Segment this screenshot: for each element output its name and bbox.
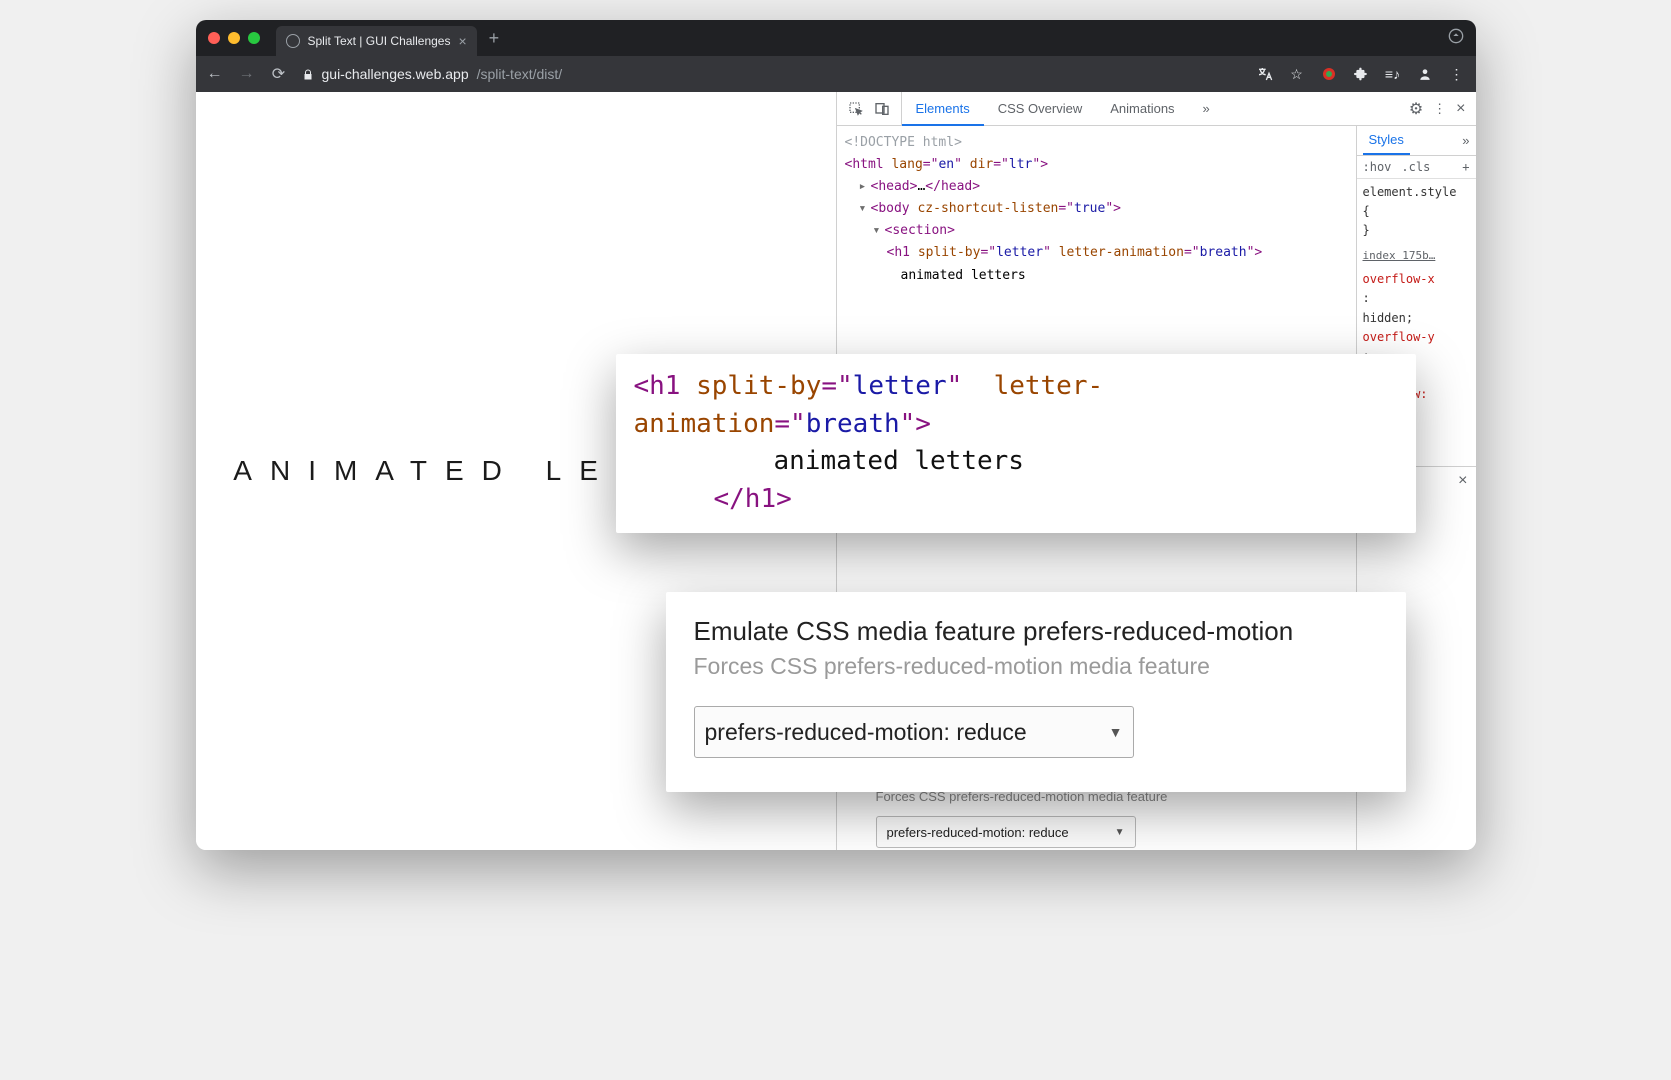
extensions-icon[interactable] bbox=[1352, 65, 1370, 83]
tab-animations[interactable]: Animations bbox=[1096, 92, 1188, 125]
close-devtools-button[interactable]: × bbox=[1456, 100, 1465, 118]
code-popup-text: animated letters bbox=[774, 446, 1024, 476]
chevron-down-icon: ▼ bbox=[1115, 827, 1125, 838]
minimize-window-button[interactable] bbox=[228, 32, 240, 44]
titlebar: Split Text | GUI Challenges × + bbox=[196, 20, 1476, 56]
close-tab-button[interactable]: × bbox=[458, 34, 466, 48]
new-tab-button[interactable]: + bbox=[489, 28, 500, 49]
rendering-panel-popup: Emulate CSS media feature prefers-reduce… bbox=[666, 592, 1406, 792]
add-class-button[interactable]: + bbox=[1462, 160, 1469, 174]
styles-tab[interactable]: Styles bbox=[1363, 126, 1410, 155]
devtools-tab-bar: Elements CSS Overview Animations » ⚙ ⋮ × bbox=[837, 92, 1476, 126]
globe-icon bbox=[286, 34, 300, 48]
chevron-down-icon: ▼ bbox=[1109, 724, 1123, 740]
back-button[interactable]: ← bbox=[206, 65, 224, 83]
rendering-title: Emulate CSS media feature prefers-reduce… bbox=[694, 616, 1378, 647]
tab-elements[interactable]: Elements bbox=[902, 93, 984, 126]
menu-button[interactable]: ⋮ bbox=[1448, 65, 1466, 83]
profile-icon[interactable] bbox=[1416, 65, 1434, 83]
styles-more[interactable]: » bbox=[1462, 133, 1469, 148]
address-bar: ← → ⟳ gui-challenges.web.app/split-text/… bbox=[196, 56, 1476, 92]
url-field[interactable]: gui-challenges.web.app/split-text/dist/ bbox=[302, 66, 1242, 82]
prefers-reduced-motion-select-small[interactable]: prefers-reduced-motion: reduce ▼ bbox=[876, 816, 1136, 848]
inspect-element-icon[interactable] bbox=[845, 98, 867, 120]
code-popup-close-tag: </h1> bbox=[714, 484, 792, 514]
browser-window: Split Text | GUI Challenges × + ← → ⟳ gu… bbox=[196, 20, 1476, 850]
select-value: prefers-reduced-motion: reduce bbox=[705, 719, 1027, 746]
bookmark-icon[interactable]: ☆ bbox=[1288, 65, 1306, 83]
devtools-menu-button[interactable]: ⋮ bbox=[1433, 101, 1446, 117]
reading-list-icon[interactable]: ≡♪ bbox=[1384, 65, 1402, 83]
tab-css-overview[interactable]: CSS Overview bbox=[984, 92, 1097, 125]
stylesheet-link[interactable]: index 175b… bbox=[1363, 247, 1470, 265]
cls-toggle[interactable]: .cls bbox=[1401, 160, 1430, 174]
prefers-reduced-motion-select[interactable]: prefers-reduced-motion: reduce ▼ bbox=[694, 706, 1134, 758]
url-path: /split-text/dist/ bbox=[477, 66, 563, 82]
toolbar-icons: ☆ ≡♪ ⋮ bbox=[1256, 65, 1466, 83]
extension-icon-1[interactable] bbox=[1320, 65, 1338, 83]
close-drawer-button[interactable]: × bbox=[1458, 472, 1467, 490]
h1-text-content: animated letters bbox=[845, 265, 1348, 287]
reload-button[interactable]: ⟳ bbox=[270, 64, 288, 84]
code-callout-popup: <h1 split-by="letter" letter-animation="… bbox=[616, 354, 1416, 533]
account-icon[interactable] bbox=[1448, 28, 1464, 49]
rendering-subtitle: Forces CSS prefers-reduced-motion media … bbox=[694, 653, 1378, 680]
browser-tab[interactable]: Split Text | GUI Challenges × bbox=[276, 26, 477, 56]
translate-icon[interactable] bbox=[1256, 65, 1274, 83]
tab-more[interactable]: » bbox=[1189, 92, 1224, 125]
doctype-line: <!DOCTYPE html> bbox=[845, 132, 1348, 154]
close-window-button[interactable] bbox=[208, 32, 220, 44]
select-value-small: prefers-reduced-motion: reduce bbox=[887, 825, 1069, 840]
hov-toggle[interactable]: :hov bbox=[1363, 160, 1392, 174]
lock-icon bbox=[302, 68, 314, 80]
forward-button[interactable]: → bbox=[238, 65, 256, 83]
url-domain: gui-challenges.web.app bbox=[322, 66, 469, 82]
tab-title: Split Text | GUI Challenges bbox=[308, 34, 451, 48]
window-controls bbox=[208, 32, 260, 44]
content-area: ANIMATED LETTERS Elements CSS Overview A… bbox=[196, 92, 1476, 850]
maximize-window-button[interactable] bbox=[248, 32, 260, 44]
device-toggle-icon[interactable] bbox=[871, 98, 893, 120]
gear-icon[interactable]: ⚙ bbox=[1409, 99, 1423, 119]
